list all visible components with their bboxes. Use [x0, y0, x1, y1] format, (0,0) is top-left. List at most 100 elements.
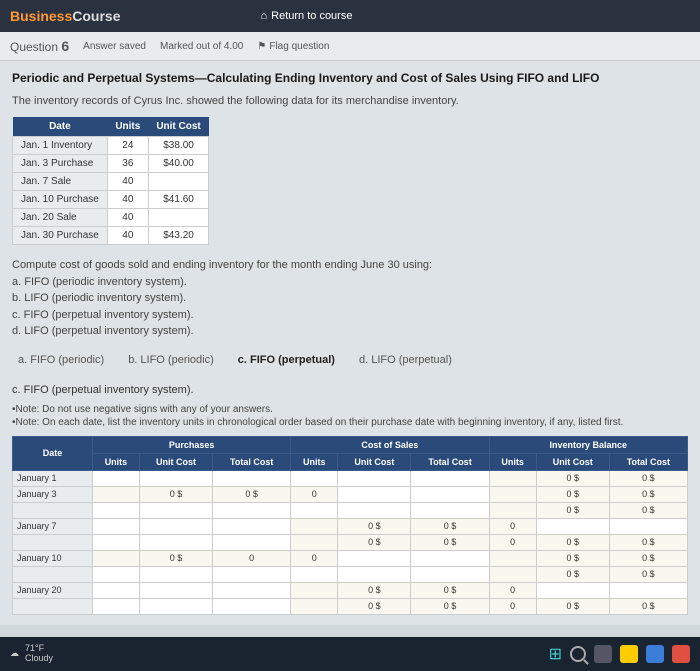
tab-fifo-periodic[interactable]: a. FIFO (periodic)	[12, 350, 110, 370]
input-cell[interactable]: 0 $	[609, 566, 687, 582]
input-cell[interactable]	[489, 470, 536, 486]
tab-lifo-periodic[interactable]: b. LIFO (periodic)	[122, 350, 220, 370]
method-tabs: a. FIFO (periodic) b. LIFO (periodic) c.…	[12, 350, 688, 376]
input-cell[interactable]: 0 $	[338, 582, 411, 598]
table-row: 0 $0 $	[13, 566, 688, 582]
input-cell[interactable]: 0 $	[609, 486, 687, 502]
input-cell[interactable]: 0	[291, 550, 338, 566]
table-row: 0 $0 $00 $0 $	[13, 598, 688, 614]
input-cell[interactable]	[291, 582, 338, 598]
input-cell[interactable]	[489, 502, 536, 518]
table-row: January 70 $0 $0	[13, 518, 688, 534]
input-cell[interactable]: 0 $	[536, 598, 609, 614]
input-cell[interactable]: 0 $	[338, 518, 411, 534]
th-inv-bal: Inventory Balance	[489, 436, 687, 453]
table-row: Jan. 20 Sale40	[13, 209, 209, 227]
input-cell[interactable]	[489, 566, 536, 582]
input-cell[interactable]	[291, 534, 338, 550]
table-row: Jan. 30 Purchase40$43.20	[13, 227, 209, 245]
table-row: 0 $0 $	[13, 502, 688, 518]
input-cell[interactable]	[489, 550, 536, 566]
input-cell[interactable]: 0 $	[609, 534, 687, 550]
start-icon[interactable]: ⊞	[549, 644, 562, 664]
input-cell[interactable]: 0 $	[609, 598, 687, 614]
flag-icon: ⚑	[257, 41, 266, 52]
cloud-icon: ☁	[10, 649, 19, 659]
input-cell[interactable]	[291, 518, 338, 534]
input-cell[interactable]: 0 $	[411, 582, 489, 598]
input-cell[interactable]: 0	[489, 598, 536, 614]
intro-text: The inventory records of Cyrus Inc. show…	[12, 95, 688, 107]
input-cell[interactable]: 0 $	[338, 534, 411, 550]
home-icon: ⌂	[260, 10, 267, 22]
th-units: Units	[107, 117, 148, 137]
th-unitcost: Unit Cost	[148, 117, 208, 137]
input-cell[interactable]: 0 $	[609, 502, 687, 518]
input-cell[interactable]: 0	[213, 550, 291, 566]
input-cell[interactable]: 0 $	[411, 534, 489, 550]
tab-fifo-perpetual[interactable]: c. FIFO (perpetual)	[232, 350, 341, 370]
input-cell[interactable]: 0	[489, 582, 536, 598]
input-cell[interactable]: 0 $	[338, 598, 411, 614]
input-cell[interactable]	[92, 486, 139, 502]
taskbar-app-icon[interactable]	[594, 645, 612, 663]
input-cell[interactable]: 0 $	[536, 550, 609, 566]
return-to-course-link[interactable]: ⌂ Return to course	[260, 10, 352, 22]
input-cell[interactable]: 0 $	[213, 486, 291, 502]
input-cell[interactable]: 0 $	[139, 486, 212, 502]
input-cell[interactable]: 0 $	[609, 550, 687, 566]
input-cell[interactable]: 0 $	[411, 518, 489, 534]
input-cell[interactable]: 0	[489, 518, 536, 534]
note-2: •Note: On each date, list the inventory …	[12, 417, 688, 428]
taskbar-app-icon[interactable]	[620, 645, 638, 663]
compute-b: b. LIFO (periodic inventory system).	[12, 290, 688, 307]
compute-lead: Compute cost of goods sold and ending in…	[12, 257, 688, 274]
flag-question-link[interactable]: ⚑ Flag question	[257, 41, 329, 52]
windows-taskbar: ☁ 71°FCloudy ⊞	[0, 637, 700, 671]
input-cell[interactable]	[92, 550, 139, 566]
input-cell[interactable]: 0 $	[536, 502, 609, 518]
weather-cond: Cloudy	[25, 653, 53, 663]
compute-c: c. FIFO (perpetual inventory system).	[12, 307, 688, 324]
input-cell[interactable]: 0 $	[536, 534, 609, 550]
th-date: Date	[13, 436, 93, 470]
weather-temp: 71°F	[25, 643, 44, 653]
input-cell[interactable]: 0 $	[536, 486, 609, 502]
input-cell[interactable]	[291, 598, 338, 614]
input-cell[interactable]	[489, 486, 536, 502]
content-area: Periodic and Perpetual Systems—Calculati…	[0, 61, 700, 625]
answer-saved: Answer saved	[83, 41, 146, 52]
table-row: January 10 $0 $	[13, 470, 688, 486]
top-bar: BusinessCourse ⌂ Return to course	[0, 0, 700, 32]
input-cell[interactable]: 0 $	[536, 470, 609, 486]
th-cos: Cost of Sales	[291, 436, 489, 453]
table-row: Jan. 3 Purchase36$40.00	[13, 155, 209, 173]
input-cell[interactable]: 0 $	[411, 598, 489, 614]
panel-subtitle: c. FIFO (perpetual inventory system).	[12, 384, 688, 396]
inventory-records-table: DateUnitsUnit Cost Jan. 1 Inventory24$38…	[12, 117, 209, 245]
question-title: Periodic and Perpetual Systems—Calculati…	[12, 71, 688, 85]
weather-widget[interactable]: ☁ 71°FCloudy	[10, 644, 53, 664]
worksheet-table: Date Purchases Cost of Sales Inventory B…	[12, 436, 688, 615]
logo: BusinessCourse	[10, 8, 120, 24]
table-row: Jan. 10 Purchase40$41.60	[13, 191, 209, 209]
input-cell[interactable]: 0	[489, 534, 536, 550]
compute-d: d. LIFO (perpetual inventory system).	[12, 323, 688, 340]
table-row: Jan. 1 Inventory24$38.00	[13, 137, 209, 155]
input-cell[interactable]: 0	[291, 486, 338, 502]
input-cell[interactable]: 0 $	[609, 470, 687, 486]
question-number: Question 6	[10, 38, 69, 54]
th-purchases: Purchases	[92, 436, 290, 453]
table-row: January 30 $0 $00 $0 $	[13, 486, 688, 502]
table-row: January 200 $0 $0	[13, 582, 688, 598]
taskbar-app-icon[interactable]	[646, 645, 664, 663]
table-row: January 100 $000 $0 $	[13, 550, 688, 566]
input-cell[interactable]: 0 $	[536, 566, 609, 582]
tab-lifo-perpetual[interactable]: d. LIFO (perpetual)	[353, 350, 458, 370]
input-cell[interactable]: 0 $	[139, 550, 212, 566]
system-tray: ⊞	[549, 644, 690, 664]
taskbar-app-icon[interactable]	[672, 645, 690, 663]
flag-label: Flag question	[269, 41, 329, 52]
search-icon[interactable]	[570, 646, 586, 662]
compute-a: a. FIFO (periodic inventory system).	[12, 274, 688, 291]
